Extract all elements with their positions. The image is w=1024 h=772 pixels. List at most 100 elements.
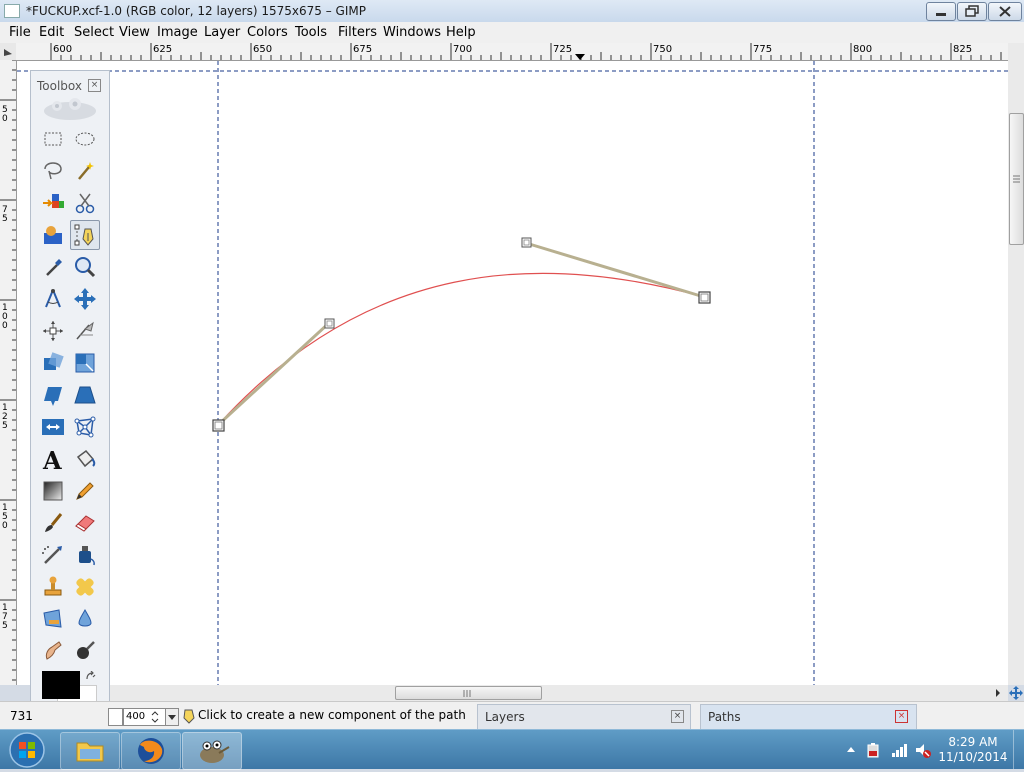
airbrush-tool[interactable] <box>39 541 67 569</box>
ink-tool[interactable] <box>71 541 99 569</box>
vertical-ruler[interactable]: 50 75 100 125 150 175 <box>0 60 17 685</box>
path-handle[interactable] <box>521 237 532 248</box>
zoom-tool[interactable] <box>71 253 99 281</box>
network-signal-icon[interactable] <box>890 741 908 759</box>
smudge-tool[interactable] <box>39 637 67 665</box>
swap-colors-icon[interactable] <box>85 671 97 683</box>
bucket-fill-tool[interactable] <box>71 445 99 473</box>
tab-paths[interactable]: Paths × <box>700 704 917 730</box>
vertical-scrollbar[interactable] <box>1008 43 1024 685</box>
free-select-tool[interactable] <box>39 157 67 185</box>
show-hidden-icons-icon[interactable] <box>845 744 857 756</box>
foreground-select-tool[interactable] <box>39 221 67 249</box>
flip-tool[interactable] <box>39 413 67 441</box>
paths-tool[interactable] <box>70 220 100 250</box>
battery-icon[interactable] <box>865 741 883 759</box>
toolbox-close-button[interactable]: × <box>88 79 101 92</box>
perspective-tool[interactable] <box>71 381 99 409</box>
folder-icon <box>76 742 104 762</box>
ruler-label: 750 <box>653 44 673 55</box>
select-by-color-tool[interactable] <box>39 189 67 217</box>
text-tool[interactable]: A <box>39 445 67 475</box>
horizontal-scrollbar[interactable] <box>104 685 1008 701</box>
ruler-label: 775 <box>753 44 773 55</box>
eraser-tool[interactable] <box>71 509 99 537</box>
start-button[interactable] <box>0 730 54 769</box>
pencil-icon <box>76 482 94 500</box>
menu-select[interactable]: Select <box>74 25 114 40</box>
tab-paths-close-icon[interactable]: × <box>895 710 908 723</box>
path-handle[interactable] <box>324 318 335 329</box>
menu-layer[interactable]: Layer <box>204 25 240 40</box>
ruler-label: 50 <box>2 105 8 124</box>
menu-file[interactable]: File <box>9 25 31 40</box>
path-handle-line <box>216 321 331 427</box>
menu-tools[interactable]: Tools <box>295 25 327 40</box>
tab-layers-close-icon[interactable]: × <box>671 710 684 723</box>
vertical-scroll-thumb[interactable] <box>1009 113 1024 245</box>
navigate-icon[interactable] <box>1008 685 1024 701</box>
foreground-color-swatch[interactable] <box>42 671 80 699</box>
pencil-tool[interactable] <box>71 477 99 505</box>
align-tool[interactable] <box>39 317 67 345</box>
units-field[interactable] <box>108 708 123 726</box>
close-button[interactable] <box>988 2 1022 21</box>
rotate-tool[interactable] <box>39 349 67 377</box>
pointer-coordinates: 731 <box>10 709 33 723</box>
zoom-dropdown-button[interactable] <box>165 708 179 726</box>
dodge-burn-icon <box>77 641 95 659</box>
path-segment[interactable] <box>217 272 705 426</box>
minimize-button[interactable] <box>926 2 956 21</box>
cage-icon <box>74 416 96 438</box>
tab-layers[interactable]: Layers × <box>477 704 691 730</box>
horizontal-scroll-thumb[interactable] <box>395 686 542 700</box>
firefox-icon <box>138 738 164 764</box>
spin-icon <box>151 711 159 723</box>
menu-edit[interactable]: Edit <box>39 25 64 40</box>
clone-tool[interactable] <box>39 573 67 601</box>
crop-tool[interactable] <box>71 317 99 345</box>
heal-tool[interactable] <box>71 573 99 601</box>
blend-tool[interactable] <box>39 477 67 505</box>
taskbar-clock[interactable]: 8:29 AM 11/10/2014 <box>938 735 1008 765</box>
measure-tool[interactable] <box>39 285 67 313</box>
move-tool[interactable] <box>71 285 99 313</box>
scale-tool[interactable] <box>71 349 99 377</box>
menu-view[interactable]: View <box>119 25 150 40</box>
dodge-burn-tool[interactable] <box>71 637 99 665</box>
restore-button[interactable] <box>957 2 987 21</box>
taskbar-firefox[interactable] <box>121 732 181 770</box>
perspective-clone-tool[interactable] <box>39 605 67 633</box>
ruler-label: 75 <box>2 205 8 224</box>
restore-icon <box>965 5 979 17</box>
blur-tool[interactable] <box>71 605 99 633</box>
ruler-label: 700 <box>453 44 473 55</box>
ellipse-select-tool[interactable] <box>71 125 99 153</box>
grip-icon <box>1013 175 1020 183</box>
flip-icon <box>42 419 64 435</box>
cage-transform-tool[interactable] <box>71 413 99 441</box>
volume-muted-icon[interactable] <box>914 741 932 759</box>
compass-icon <box>45 289 61 308</box>
scissors-select-tool[interactable] <box>71 189 99 217</box>
menu-help[interactable]: Help <box>446 25 476 40</box>
eyedropper-icon <box>46 259 62 276</box>
rect-select-tool[interactable] <box>39 125 67 153</box>
horizontal-ruler[interactable]: 600 625 650 675 700 725 750 775 800 825 <box>16 43 1008 61</box>
quick-mask-corner[interactable] <box>0 43 16 60</box>
shear-tool[interactable] <box>39 381 67 409</box>
menu-windows[interactable]: Windows <box>383 25 441 40</box>
scroll-right-icon[interactable] <box>994 685 1002 701</box>
grip-icon <box>463 690 471 697</box>
color-picker-tool[interactable] <box>39 253 67 281</box>
menu-filters[interactable]: Filters <box>338 25 377 40</box>
menu-colors[interactable]: Colors <box>247 25 288 40</box>
menu-image[interactable]: Image <box>157 25 198 40</box>
paintbrush-tool[interactable] <box>39 509 67 537</box>
taskbar-gimp[interactable] <box>182 732 242 770</box>
taskbar-explorer[interactable] <box>60 732 120 770</box>
image-canvas[interactable] <box>17 61 1008 685</box>
fuzzy-select-tool[interactable] <box>71 157 99 185</box>
ruler-ticks <box>0 60 16 681</box>
show-desktop-button[interactable] <box>1013 730 1024 769</box>
